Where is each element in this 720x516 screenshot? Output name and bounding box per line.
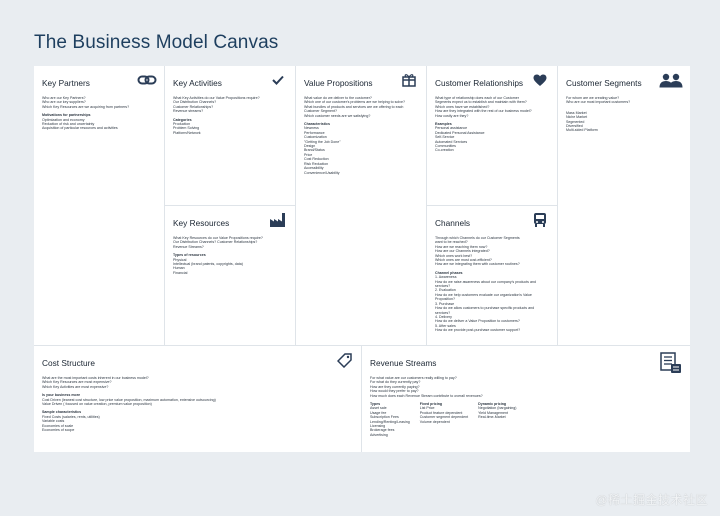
list-item: Customer segment dependent xyxy=(419,415,469,420)
block-text: How costly are they? xyxy=(435,113,469,118)
block-customer-relationships: Customer Relationships What type of rela… xyxy=(427,66,557,205)
page-title: The Business Model Canvas xyxy=(34,32,279,53)
block-revenue-streams: Revenue Streams For what value are our c… xyxy=(362,346,690,452)
block-text: Convenience/Usability xyxy=(304,170,340,175)
users-icon xyxy=(658,71,684,89)
truck-icon xyxy=(529,211,551,229)
block-text: How do we provide post-purchase customer… xyxy=(435,328,521,333)
block-channels: Channels Through which Channels do our C… xyxy=(427,206,557,345)
block-text: Financial xyxy=(173,270,188,275)
block-key-resources: Key Resources What Key Resources do our … xyxy=(165,206,295,345)
gift-icon xyxy=(398,71,420,89)
watermark: @稀土掘金技术社区 xyxy=(595,493,708,507)
block-title: Revenue Streams xyxy=(370,358,437,368)
block-text: Revenue streams? xyxy=(173,109,204,114)
block-cost-structure: Cost Structure What are the most importa… xyxy=(34,346,361,452)
block-text: Acquisition of particular resources and … xyxy=(42,126,118,131)
list-item: Real-time-Market xyxy=(478,415,506,420)
block-text: Value Driven ( focused on value creation… xyxy=(42,402,152,407)
revenue-column-dynamic-pricing: Dynamic pricing Negotiation (bargaining)… xyxy=(478,402,516,437)
heart-icon xyxy=(529,71,551,89)
block-text: Which Key Resources are we acquiring fro… xyxy=(42,104,130,109)
block-text: How do we allow customers to purchase sp… xyxy=(435,306,535,315)
list-item: Advertising xyxy=(370,432,388,437)
revenue-columns: Types Asset sale Usage fee Subscription … xyxy=(370,402,682,437)
revenue-column-types: Types Asset sale Usage fee Subscription … xyxy=(370,402,410,437)
factory-icon xyxy=(267,211,289,229)
list-item: Volume dependent xyxy=(419,419,450,424)
tag-icon xyxy=(333,351,355,369)
block-key-partners: Key Partners Who are our Key Partners? W… xyxy=(34,66,164,345)
link-icon xyxy=(136,71,158,89)
block-text: Co-creation xyxy=(435,148,454,153)
business-model-canvas: Key Partners Who are our Key Partners? W… xyxy=(34,66,690,452)
block-text: Which Key Activities are most expensive? xyxy=(42,384,109,389)
check-icon xyxy=(267,71,289,89)
block-title: Cost Structure xyxy=(42,358,96,368)
block-text: How much does each Revenue Stream contri… xyxy=(370,393,483,398)
block-text: How do we raise awareness about our comp… xyxy=(435,279,536,289)
block-text: Multi-sided Platform xyxy=(566,128,598,133)
block-text: Economies of scope xyxy=(42,428,75,433)
block-key-activities: Key Activities What Key Activities do ou… xyxy=(165,66,295,205)
block-value-propositions: Value Propositions What value do we deli… xyxy=(296,66,426,345)
revenue-column-fixed-pricing: Fixed pricing List Price Product feature… xyxy=(420,402,468,437)
calculator-icon xyxy=(658,351,684,375)
block-text: How are we integrating them with custome… xyxy=(435,262,520,267)
block-text: Revenue Streams? xyxy=(173,244,204,249)
block-text: Platform/Network xyxy=(173,130,201,135)
block-customer-segments: Customer Segments For whom are we creati… xyxy=(558,66,690,345)
block-text: Which customer needs are we satisfying? xyxy=(304,113,371,118)
